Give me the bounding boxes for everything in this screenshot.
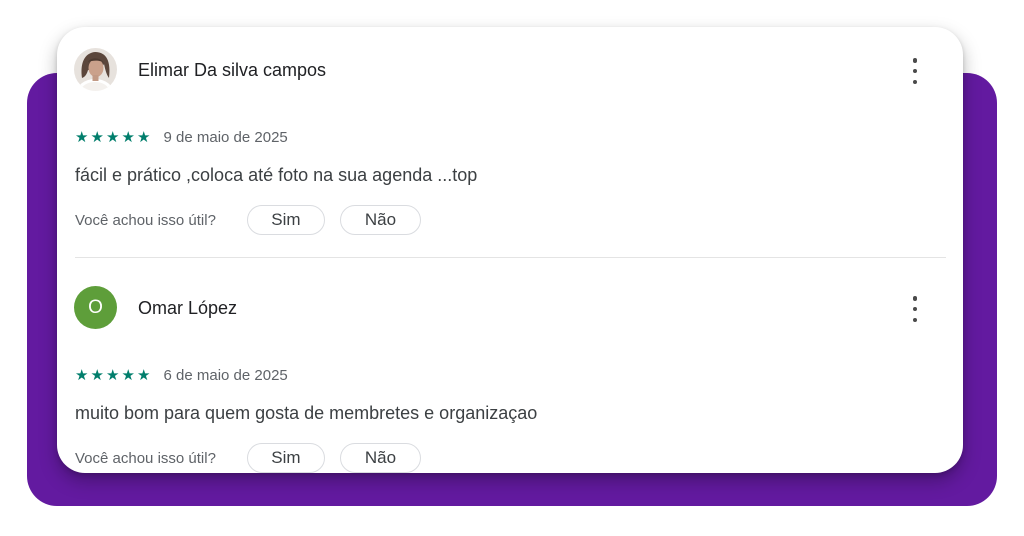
helpful-row: Você achou isso útil? Sim Não (75, 205, 421, 235)
more-options-button[interactable] (906, 58, 924, 84)
star-icon: ★ (75, 366, 89, 384)
rating-row: ★ ★ ★ ★ ★ 6 de maio de 2025 (75, 367, 288, 384)
user-photo-icon (74, 48, 117, 91)
review-text: fácil e prático ,coloca até foto na sua … (75, 165, 478, 185)
more-options-button[interactable] (906, 296, 924, 322)
helpful-question: Você achou isso útil? (75, 211, 216, 229)
avatar (74, 48, 117, 91)
author-name: Elimar Da silva campos (138, 60, 327, 80)
star-icon: ★ (75, 128, 89, 146)
review-date: 9 de maio de 2025 (163, 129, 288, 146)
star-icon: ★ (121, 128, 135, 146)
star-rating: ★ ★ ★ ★ ★ (75, 368, 153, 383)
helpful-yes-button[interactable]: Sim (246, 205, 325, 235)
author-name: Omar López (138, 298, 238, 318)
avatar: O (74, 286, 117, 329)
star-icon: ★ (106, 128, 120, 146)
star-icon: ★ (137, 366, 151, 384)
helpful-question: Você achou isso útil? (75, 449, 216, 467)
reviews-card: Elimar Da silva campos ★ ★ ★ ★ ★ 9 de ma… (57, 27, 963, 473)
star-icon: ★ (90, 128, 104, 146)
more-vert-icon (912, 58, 918, 63)
review-text: muito bom para quem gosta de membretes e… (75, 403, 538, 423)
helpful-row: Você achou isso útil? Sim Não (75, 443, 421, 473)
divider (75, 257, 946, 258)
star-icon: ★ (137, 128, 151, 146)
more-vert-icon (912, 296, 918, 301)
rating-row: ★ ★ ★ ★ ★ 9 de maio de 2025 (75, 129, 288, 146)
star-icon: ★ (90, 366, 104, 384)
star-icon: ★ (121, 366, 135, 384)
star-rating: ★ ★ ★ ★ ★ (75, 130, 153, 145)
helpful-no-button[interactable]: Não (339, 443, 421, 473)
helpful-no-button[interactable]: Não (339, 205, 421, 235)
star-icon: ★ (106, 366, 120, 384)
helpful-yes-button[interactable]: Sim (246, 443, 325, 473)
review-date: 6 de maio de 2025 (163, 367, 288, 384)
